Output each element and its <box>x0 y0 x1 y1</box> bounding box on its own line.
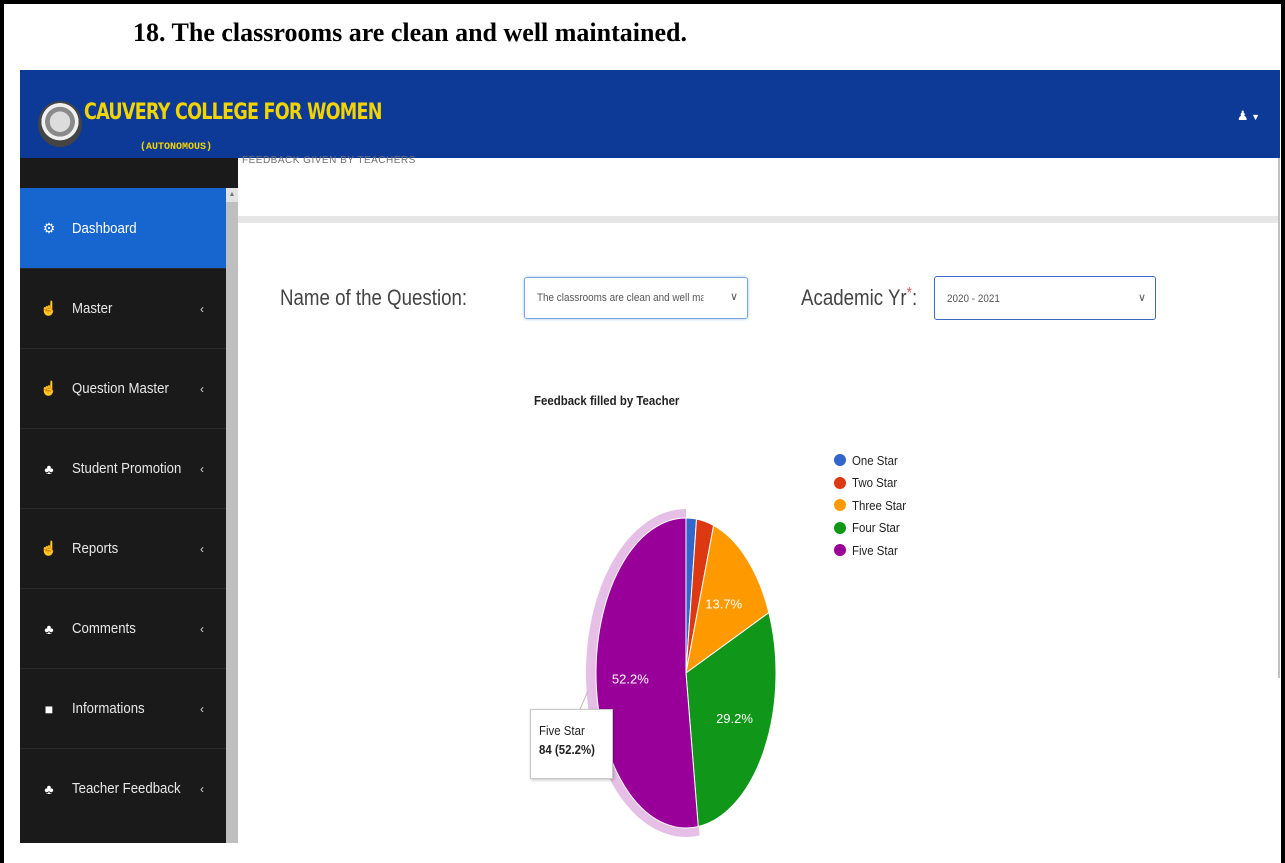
chevron-left-icon: ‹ <box>200 701 204 716</box>
chart-tooltip: Five Star 84 (52.2%) <box>530 709 613 779</box>
sidebar-scrollbar[interactable] <box>226 188 238 843</box>
section-divider <box>238 216 1280 223</box>
college-logo[interactable] <box>38 101 82 147</box>
legend-label: Five Star <box>852 542 898 558</box>
pie-chart: 13.7% 29.2% 52.2% <box>579 509 777 837</box>
sidebar-item-dashboard[interactable]: ⚙ Dashboard <box>20 188 226 268</box>
tooltip-value: 84 (52.2%) <box>539 742 595 757</box>
sidebar-logo-strip <box>20 158 238 188</box>
pie-slice-label: 52.2% <box>612 671 649 686</box>
sidebar-item-label: Dashboard <box>72 219 137 237</box>
sitemap-icon: ♣ <box>44 620 54 637</box>
legend-label: Three Star <box>852 497 907 513</box>
chevron-left-icon: ‹ <box>200 461 204 476</box>
top-navbar: CAUVERY COLLEGE FOR WOMEN (AUTONOMOUS) ♟… <box>20 70 1280 158</box>
app-window: CAUVERY COLLEGE FOR WOMEN (AUTONOMOUS) ♟… <box>20 70 1280 843</box>
sidebar-item-label: Master <box>72 300 113 317</box>
sidebar-item-label: Student Promotion <box>72 460 182 477</box>
sidebar-item-label: Question Master <box>72 380 169 397</box>
legend-color-dot <box>834 521 846 534</box>
legend-label: One Star <box>852 452 898 468</box>
hand-icon: ☝ <box>40 300 58 316</box>
pie-slice-label: 29.2% <box>716 711 753 726</box>
sidebar-item-label: Teacher Feedback <box>72 780 181 797</box>
legend-item-one-star[interactable]: One Star <box>834 449 913 472</box>
legend-item-three-star[interactable]: Three Star <box>834 494 913 517</box>
chevron-left-icon: ‹ <box>200 781 204 796</box>
sidebar-item-label: Comments <box>72 620 136 637</box>
main-content: Name of the Question: The classrooms are… <box>238 223 1280 843</box>
college-name[interactable]: CAUVERY COLLEGE FOR WOMEN <box>84 100 382 125</box>
chevron-left-icon: ‹ <box>200 381 204 396</box>
user-menu-button[interactable]: ♟ ▼ <box>1237 108 1260 124</box>
sidebar-item-reports[interactable]: ☝ Reports ‹ <box>20 508 226 588</box>
legend-label: Four Star <box>852 520 900 536</box>
sidebar-item-label: Informations <box>72 700 145 717</box>
chevron-left-icon: ‹ <box>200 621 204 636</box>
dashboard-icon: ⚙ <box>42 219 56 236</box>
sitemap-icon: ♣ <box>44 460 54 477</box>
legend-item-five-star[interactable]: Five Star <box>834 539 913 562</box>
hand-icon: ☝ <box>40 540 58 556</box>
sidebar-item-comments[interactable]: ♣ Comments ‹ <box>20 588 226 668</box>
legend-color-dot <box>834 476 846 489</box>
legend-item-four-star[interactable]: Four Star <box>834 517 913 540</box>
college-subtitle: (AUTONOMOUS) <box>140 142 213 153</box>
user-icon: ♟ <box>1236 108 1249 123</box>
book-icon: ■ <box>44 700 54 717</box>
sidebar-item-label: Reports <box>72 540 119 557</box>
sidebar-item-question-master[interactable]: ☝ Question Master ‹ <box>20 348 226 428</box>
legend-color-dot <box>834 544 846 557</box>
sidebar-item-informations[interactable]: ■ Informations ‹ <box>20 668 226 748</box>
chart-legend: One Star Two Star Three Star Four Star Five … <box>834 449 913 562</box>
sidebar: ⚙ Dashboard ☝ Master ‹ ☝ Question Master ‹ ♣ Stud… <box>20 158 238 843</box>
breadcrumb: FEEDBACK GIVEN BY TEACHERS <box>238 155 1280 216</box>
legend-item-two-star[interactable]: Two Star <box>834 472 913 495</box>
pie-slice-label: 13.7% <box>705 596 742 611</box>
sidebar-item-master[interactable]: ☝ Master ‹ <box>20 268 226 348</box>
legend-label: Two Star <box>852 475 898 491</box>
scroll-up-arrow-icon[interactable]: ▲ <box>226 188 238 202</box>
breadcrumb-text: FEEDBACK GIVEN BY TEACHERS <box>242 155 416 166</box>
chevron-left-icon: ‹ <box>200 541 204 556</box>
hand-icon: ☝ <box>40 380 58 396</box>
tooltip-series-name: Five Star <box>539 723 585 738</box>
document-heading: 18. The classrooms are clean and well ma… <box>133 18 687 47</box>
sidebar-item-student-promotion[interactable]: ♣ Student Promotion ‹ <box>20 428 226 508</box>
sitemap-icon: ♣ <box>44 780 54 797</box>
legend-color-dot <box>834 499 846 512</box>
chevron-left-icon: ‹ <box>200 301 204 316</box>
caret-down-icon: ▼ <box>1248 112 1260 122</box>
sidebar-item-teacher-feedback[interactable]: ♣ Teacher Feedback ‹ <box>20 748 226 828</box>
main-scrollbar[interactable] <box>1278 158 1280 678</box>
legend-color-dot <box>834 454 846 467</box>
tooltip-pointer <box>579 690 589 710</box>
